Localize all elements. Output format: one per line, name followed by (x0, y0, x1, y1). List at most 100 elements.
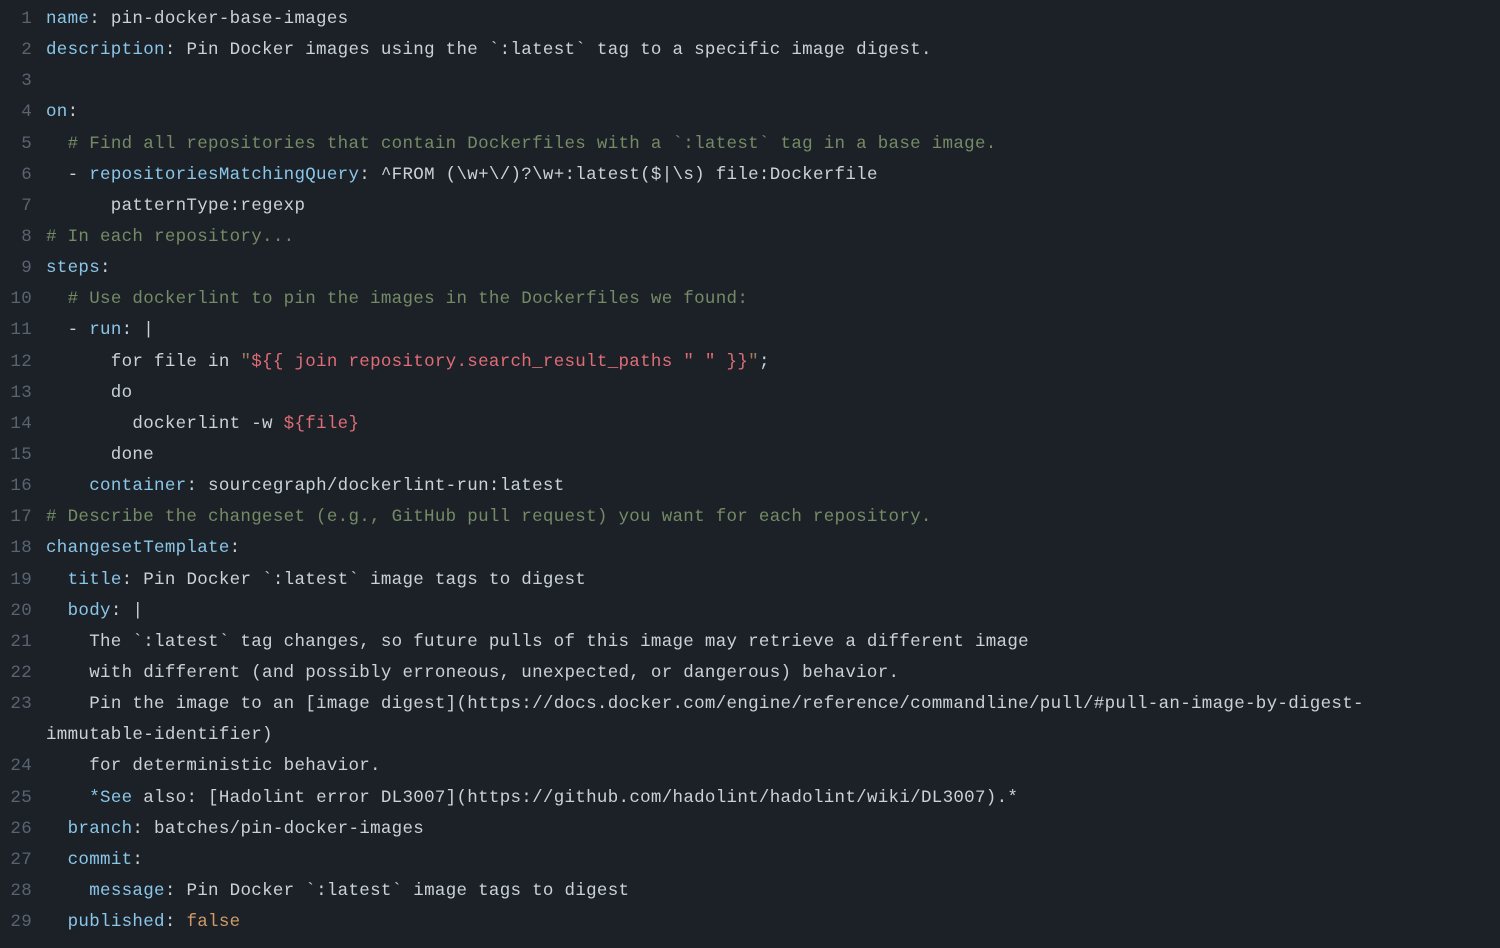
code-line[interactable]: 10 # Use dockerlint to pin the images in… (0, 284, 1500, 315)
code-line[interactable]: 4on: (0, 97, 1500, 128)
token: " (240, 352, 251, 372)
code-line[interactable]: 22 with different (and possibly erroneou… (0, 658, 1500, 689)
code-line[interactable]: 21 The `:latest` tag changes, so future … (0, 627, 1500, 658)
code-line[interactable]: 9steps: (0, 253, 1500, 284)
code-line[interactable]: 5 # Find all repositories that contain D… (0, 129, 1500, 160)
line-content[interactable]: # Describe the changeset (e.g., GitHub p… (46, 502, 1500, 533)
token (46, 601, 68, 621)
line-content[interactable]: # In each repository... (46, 222, 1500, 253)
code-line[interactable]: 3 (0, 66, 1500, 97)
code-line[interactable]: 19 title: Pin Docker `:latest` image tag… (0, 565, 1500, 596)
token: # Describe the changeset (e.g., GitHub p… (46, 507, 932, 527)
token: on (46, 102, 68, 122)
code-line[interactable]: 16 container: sourcegraph/dockerlint-run… (0, 471, 1500, 502)
line-content[interactable]: title: Pin Docker `:latest` image tags t… (46, 565, 1500, 596)
code-line[interactable]: 11 - run: | (0, 315, 1500, 346)
line-content[interactable]: dockerlint -w ${file} (46, 409, 1500, 440)
token: | (132, 601, 143, 621)
line-content[interactable]: changesetTemplate: (46, 533, 1500, 564)
token: : (230, 538, 241, 558)
line-number: 28 (0, 876, 46, 907)
token: : (165, 40, 187, 60)
code-line[interactable]: 29 published: false (0, 907, 1500, 938)
code-line[interactable]: 6 - repositoriesMatchingQuery: ^FROM (\w… (0, 160, 1500, 191)
line-number: 29 (0, 907, 46, 938)
token: body (68, 601, 111, 621)
line-content[interactable]: # Use dockerlint to pin the images in th… (46, 284, 1500, 315)
code-line[interactable]: 20 body: | (0, 596, 1500, 627)
line-number: 10 (0, 284, 46, 315)
code-line[interactable]: 18changesetTemplate: (0, 533, 1500, 564)
line-content[interactable]: The `:latest` tag changes, so future pul… (46, 627, 1500, 658)
code-line[interactable]: 15 done (0, 440, 1500, 471)
token: - (68, 320, 90, 340)
line-number: 14 (0, 409, 46, 440)
code-line[interactable]: 13 do (0, 378, 1500, 409)
line-content[interactable]: container: sourcegraph/dockerlint-run:la… (46, 471, 1500, 502)
token: with different (and possibly erroneous, … (46, 663, 899, 683)
line-content[interactable]: *See also: [Hadolint error DL3007](https… (46, 783, 1500, 814)
code-line[interactable]: 23 Pin the image to an [image digest](ht… (0, 689, 1500, 751)
line-content[interactable]: do (46, 378, 1500, 409)
token: batches/pin-docker-images (154, 819, 424, 839)
code-line[interactable]: 17# Describe the changeset (e.g., GitHub… (0, 502, 1500, 533)
line-content[interactable]: commit: (46, 845, 1500, 876)
token: also: [Hadolint error DL3007](https://gi… (132, 788, 1018, 808)
line-content[interactable]: on: (46, 97, 1500, 128)
code-line[interactable]: 27 commit: (0, 845, 1500, 876)
line-content[interactable]: - run: | (46, 315, 1500, 346)
token: ${file} (284, 414, 360, 434)
code-line[interactable]: 14 dockerlint -w ${file} (0, 409, 1500, 440)
line-number: 2 (0, 35, 46, 66)
token: : (100, 258, 111, 278)
line-content[interactable]: description: Pin Docker images using the… (46, 35, 1500, 66)
line-content[interactable]: published: false (46, 907, 1500, 938)
code-line[interactable]: 2description: Pin Docker images using th… (0, 35, 1500, 66)
code-line[interactable]: 28 message: Pin Docker `:latest` image t… (0, 876, 1500, 907)
line-content[interactable]: steps: (46, 253, 1500, 284)
token: for deterministic behavior. (46, 756, 381, 776)
line-content[interactable]: done (46, 440, 1500, 471)
token (46, 570, 68, 590)
line-number: 16 (0, 471, 46, 502)
line-content[interactable]: with different (and possibly erroneous, … (46, 658, 1500, 689)
token: message (89, 881, 165, 901)
token: : (122, 320, 144, 340)
token: - (68, 165, 90, 185)
token (46, 134, 68, 154)
line-content[interactable]: # Find all repositories that contain Doc… (46, 129, 1500, 160)
line-content[interactable]: name: pin-docker-base-images (46, 4, 1500, 35)
code-line[interactable]: 8# In each repository... (0, 222, 1500, 253)
token: : (122, 570, 144, 590)
code-line[interactable]: 25 *See also: [Hadolint error DL3007](ht… (0, 783, 1500, 814)
line-number: 22 (0, 658, 46, 689)
token: dockerlint -w (46, 414, 284, 434)
token: description (46, 40, 165, 60)
line-number: 9 (0, 253, 46, 284)
token: changesetTemplate (46, 538, 230, 558)
line-content[interactable]: Pin the image to an [image digest](https… (46, 689, 1366, 751)
code-line[interactable]: 1name: pin-docker-base-images (0, 4, 1500, 35)
line-number: 5 (0, 129, 46, 160)
token (46, 881, 89, 901)
line-number: 19 (0, 565, 46, 596)
code-line[interactable]: 24 for deterministic behavior. (0, 751, 1500, 782)
line-content[interactable]: - repositoriesMatchingQuery: ^FROM (\w+\… (46, 160, 1500, 191)
line-content[interactable]: patternType:regexp (46, 191, 1500, 222)
token (46, 320, 68, 340)
code-line[interactable]: 7 patternType:regexp (0, 191, 1500, 222)
line-content[interactable]: message: Pin Docker `:latest` image tags… (46, 876, 1500, 907)
line-content[interactable]: for deterministic behavior. (46, 751, 1500, 782)
line-number: 27 (0, 845, 46, 876)
line-content[interactable]: branch: batches/pin-docker-images (46, 814, 1500, 845)
line-content[interactable]: for file in "${{ join repository.search_… (46, 347, 1500, 378)
code-line[interactable]: 26 branch: batches/pin-docker-images (0, 814, 1500, 845)
code-line[interactable]: 12 for file in "${{ join repository.sear… (0, 347, 1500, 378)
line-content[interactable]: body: | (46, 596, 1500, 627)
token: # In each repository... (46, 227, 294, 247)
token: ^FROM (\w+\/)?\w+:latest($|\s) file:Dock… (381, 165, 878, 185)
token (46, 850, 68, 870)
token: pin-docker-base-images (111, 9, 349, 29)
code-editor[interactable]: 1name: pin-docker-base-images2descriptio… (0, 0, 1500, 948)
token: repositoriesMatchingQuery (89, 165, 359, 185)
